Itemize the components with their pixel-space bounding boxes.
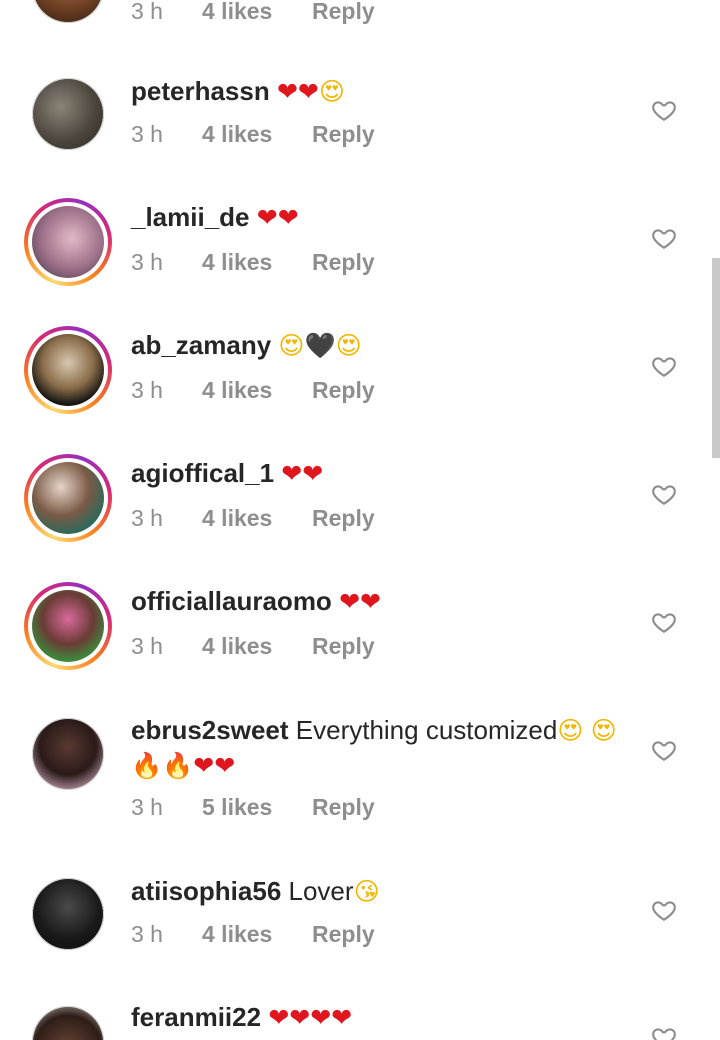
comment-username[interactable]: _lamii_de — [131, 202, 250, 232]
reply-button[interactable]: Reply — [312, 919, 375, 949]
heart-eyes-emoji-icon: 😍 — [318, 77, 345, 106]
comment-item: peterhassn ❤❤😍 3 h 4 likes Reply — [0, 72, 720, 192]
heart-emoji-icon: ❤ — [256, 203, 278, 232]
heart-outline-icon[interactable] — [651, 225, 677, 251]
comment-item: atiisophia56 Lover😘 3 h 4 likes Reply — [0, 870, 720, 990]
comment-item: officiallauraomo ❤❤ 3 h 4 likes Reply — [0, 582, 720, 702]
comment-text: peterhassn ❤❤😍 — [131, 74, 631, 109]
heart-emoji-icon: ❤ — [360, 587, 381, 616]
heart-eyes-emoji-icon: 😍 — [557, 716, 584, 745]
comment-text: agioffical_1 ❤❤ — [131, 456, 631, 491]
comment-username[interactable]: peterhassn — [131, 76, 270, 106]
comment-username[interactable]: feranmii22 — [131, 1002, 261, 1032]
comment-text: atiisophia56 Lover😘 — [131, 874, 631, 909]
comment-item: 3 h 4 likes Reply — [0, 0, 720, 28]
avatar[interactable] — [24, 582, 112, 670]
heart-emoji-icon: ❤ — [214, 751, 236, 780]
avatar[interactable] — [32, 718, 104, 790]
comment-text: ab_zamany 😍🖤😍 — [131, 328, 631, 363]
avatar[interactable] — [32, 878, 104, 950]
avatar[interactable] — [32, 1006, 104, 1040]
reply-button[interactable]: Reply — [312, 631, 375, 661]
likes-count[interactable]: 4 likes — [202, 247, 272, 277]
heart-emoji-icon: ❤ — [276, 77, 298, 106]
avatar[interactable] — [32, 78, 104, 150]
comment-time: 3 h — [131, 633, 163, 659]
fire-emoji-icon: 🔥 — [131, 751, 163, 780]
comment-time: 3 h — [131, 794, 163, 820]
comment-item: feranmii22 ❤❤❤❤ — [0, 998, 720, 1040]
comment-username[interactable]: officiallauraomo — [131, 586, 332, 616]
comments-list: 3 h 4 likes Reply peterhassn ❤❤😍 3 h 4 l… — [0, 0, 720, 1040]
heart-outline-icon[interactable] — [651, 609, 677, 635]
comment-item: _lamii_de ❤❤ 3 h 4 likes Reply — [0, 198, 720, 318]
heart-emoji-icon: ❤ — [302, 459, 324, 488]
likes-count[interactable]: 4 likes — [202, 119, 272, 149]
heart-outline-icon[interactable] — [651, 897, 677, 923]
reply-button[interactable]: Reply — [312, 503, 375, 533]
comment-text: feranmii22 ❤❤❤❤ — [131, 1000, 631, 1035]
avatar[interactable] — [24, 326, 112, 414]
black-heart-emoji-icon: 🖤 — [304, 331, 336, 360]
reply-button[interactable]: Reply — [312, 119, 375, 149]
heart-emoji-icon: ❤ — [193, 751, 215, 780]
likes-count[interactable]: 5 likes — [202, 792, 272, 822]
heart-outline-icon[interactable] — [651, 737, 677, 763]
comment-text: ebrus2sweet Everything customized😍 😍🔥🔥❤❤ — [131, 713, 631, 783]
scrollbar[interactable] — [712, 258, 720, 458]
comment-time: 3 h — [131, 505, 163, 531]
reply-button[interactable]: Reply — [312, 375, 375, 405]
likes-count[interactable]: 4 likes — [202, 503, 272, 533]
comment-text: officiallauraomo ❤❤ — [131, 584, 631, 619]
likes-count[interactable]: 4 likes — [202, 375, 272, 405]
heart-emoji-icon: ❤ — [339, 587, 361, 616]
heart-emoji-icon: ❤ — [277, 203, 299, 232]
heart-emoji-icon: ❤ — [281, 459, 303, 488]
avatar[interactable] — [32, 0, 104, 23]
comment-text: _lamii_de ❤❤ — [131, 200, 631, 235]
heart-outline-icon[interactable] — [651, 1024, 677, 1040]
heart-emoji-icon: ❤ — [331, 1003, 353, 1032]
comment-time: 3 h — [131, 377, 163, 403]
heart-emoji-icon: ❤ — [310, 1003, 332, 1032]
comment-username[interactable]: ebrus2sweet — [131, 715, 289, 745]
comment-time: 3 h — [131, 121, 163, 147]
fire-emoji-icon: 🔥 — [162, 751, 194, 780]
likes-count[interactable]: 4 likes — [202, 0, 272, 26]
likes-count[interactable]: 4 likes — [202, 919, 272, 949]
reply-button[interactable]: Reply — [312, 247, 375, 277]
heart-emoji-icon: ❤ — [297, 77, 319, 106]
comment-username[interactable]: agioffical_1 — [131, 458, 274, 488]
reply-button[interactable]: Reply — [312, 792, 375, 822]
comment-item: ab_zamany 😍🖤😍 3 h 4 likes Reply — [0, 326, 720, 446]
comment-time: 3 h — [131, 249, 163, 275]
reply-button[interactable]: Reply — [312, 0, 375, 26]
avatar[interactable] — [24, 454, 112, 542]
comment-body: Everything customized — [295, 715, 558, 745]
comment-time: 3 h — [131, 0, 163, 24]
comment-time: 3 h — [131, 921, 163, 947]
likes-count[interactable]: 4 likes — [202, 631, 272, 661]
comment-item: ebrus2sweet Everything customized😍 😍🔥🔥❤❤… — [0, 710, 720, 860]
comment-username[interactable]: atiisophia56 — [131, 876, 281, 906]
heart-outline-icon[interactable] — [651, 97, 677, 123]
heart-eyes-emoji-icon: 😍 — [278, 331, 305, 360]
heart-outline-icon[interactable] — [651, 353, 677, 379]
heart-eyes-emoji-icon: 😍 — [335, 331, 362, 360]
heart-eyes-emoji-icon: 😍 — [590, 716, 617, 745]
heart-emoji-icon: ❤ — [289, 1003, 311, 1032]
kiss-emoji-icon: 😘 — [353, 877, 380, 906]
comment-body: Lover — [288, 876, 354, 906]
heart-outline-icon[interactable] — [651, 481, 677, 507]
heart-emoji-icon: ❤ — [268, 1003, 290, 1032]
comment-username[interactable]: ab_zamany — [131, 330, 271, 360]
avatar[interactable] — [24, 198, 112, 286]
comment-item: agioffical_1 ❤❤ 3 h 4 likes Reply — [0, 454, 720, 574]
